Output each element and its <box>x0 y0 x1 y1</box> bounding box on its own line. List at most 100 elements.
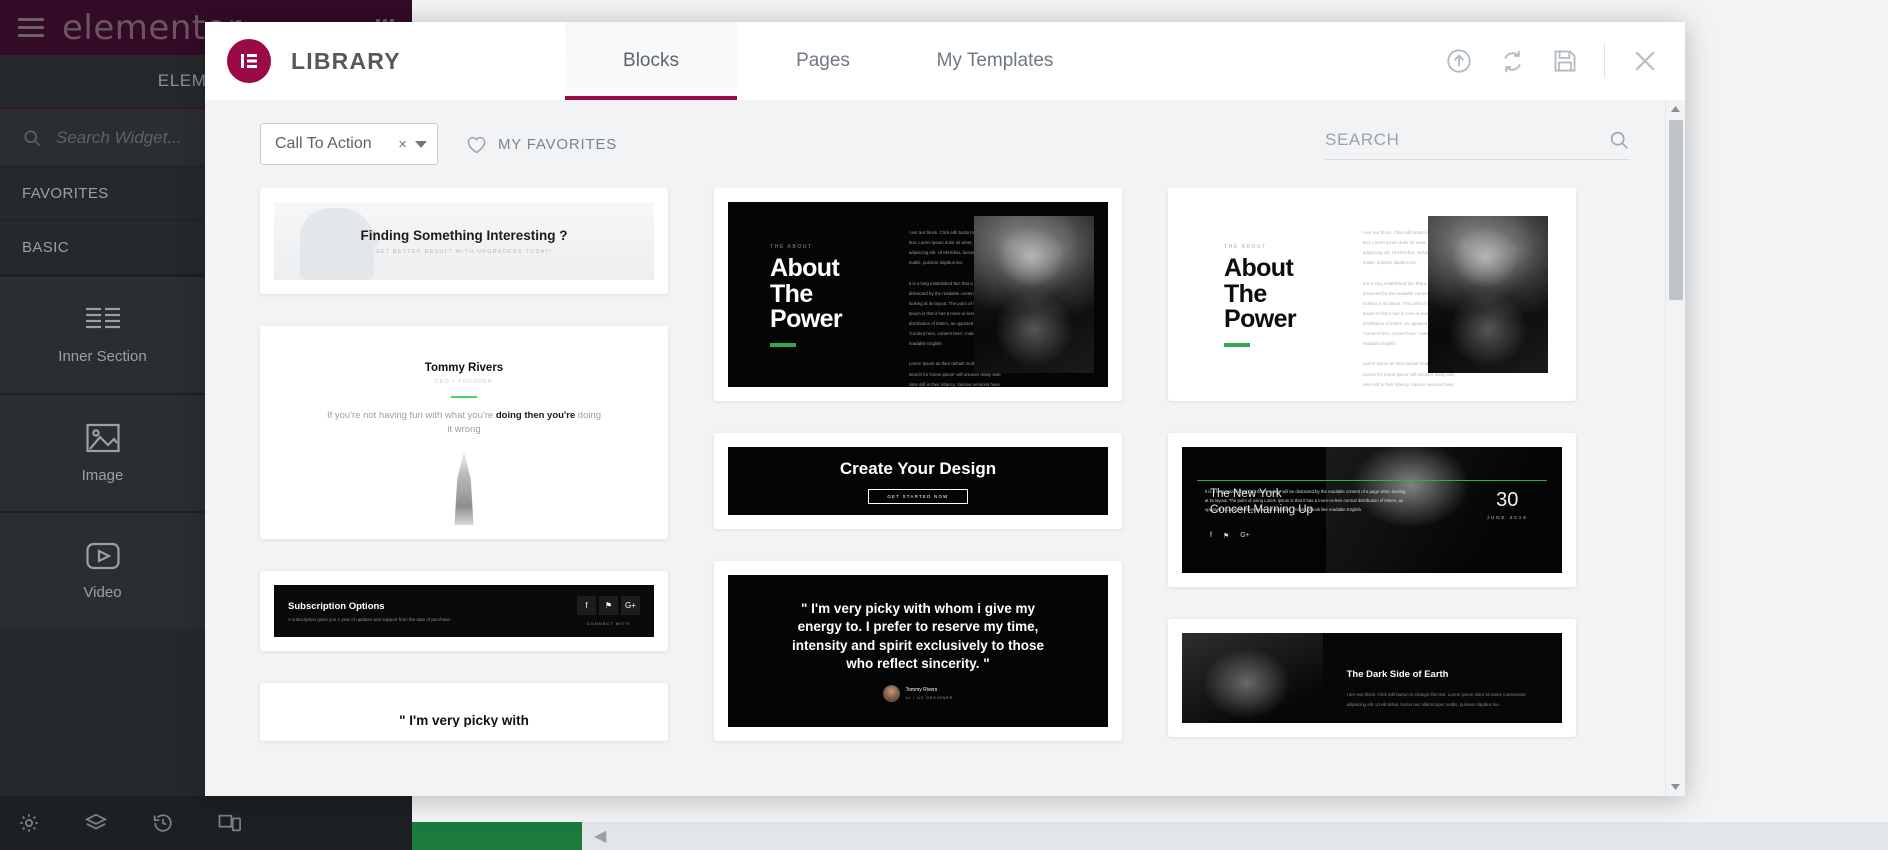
facebook-icon: f <box>577 596 596 615</box>
history-icon[interactable] <box>152 812 174 834</box>
search-icon[interactable] <box>1608 129 1630 151</box>
save-icon[interactable] <box>1552 48 1578 74</box>
modal-scrollbar[interactable] <box>1665 100 1685 796</box>
my-favorites-button[interactable]: MY FAVORITES <box>466 135 617 154</box>
image-icon <box>86 423 120 453</box>
author-name: Tommy Rivers <box>906 687 954 693</box>
widget-inner-section[interactable]: Inner Section <box>0 277 205 393</box>
elementor-logo-icon <box>227 39 271 83</box>
modal-tabs: Blocks Pages My Templates <box>565 22 1081 100</box>
about-title: About The Power <box>770 256 903 333</box>
template-card[interactable]: THE ABOUT About The Power I am text bloc… <box>1168 188 1576 401</box>
triangle-up-icon <box>1670 105 1681 113</box>
template-card[interactable]: Tommy Rivers CEO / FOUNDER If you're not… <box>260 326 668 539</box>
accent-divider <box>770 343 796 347</box>
my-favorites-label: MY FAVORITES <box>498 136 617 153</box>
template-preview: Subscription Options A subscription give… <box>274 585 654 637</box>
close-icon[interactable] <box>1631 47 1659 75</box>
widget-image[interactable]: Image <box>0 395 205 511</box>
modal-body: Call To Action × MY FAVORITES <box>205 100 1685 796</box>
scroll-up-button[interactable] <box>1666 100 1685 118</box>
widget-label: Image <box>82 467 124 484</box>
testimonial-name: Tommy Rivers <box>425 362 503 374</box>
tab-pages[interactable]: Pages <box>737 22 909 100</box>
template-card[interactable]: Subscription Options A subscription give… <box>260 571 668 651</box>
clear-filter-button[interactable]: × <box>398 136 407 153</box>
subscription-title: Subscription Options <box>288 601 451 612</box>
testimonial-role: CEO / FOUNDER <box>435 379 493 385</box>
scrollbar-thumb[interactable] <box>1669 120 1683 300</box>
modal-title: LIBRARY <box>291 48 401 75</box>
modal-actions <box>1445 22 1685 100</box>
modal-brand: LIBRARY <box>205 22 565 100</box>
tpl-cta: Create Your Design GET STARTED NOW <box>728 447 1108 515</box>
search-icon <box>22 128 42 148</box>
canvas-left-arrow-icon[interactable]: ◀ <box>594 826 606 846</box>
layers-icon[interactable] <box>84 812 108 834</box>
tpl-dark-post: The Dark Side of Earth I am text block. … <box>1182 633 1562 723</box>
about-title: About The Power <box>1224 256 1357 333</box>
template-card[interactable]: Finding Something Interesting ? GET BETT… <box>260 188 668 294</box>
template-card[interactable]: " I'm very picky with <box>260 683 668 741</box>
hamburger-icon[interactable] <box>18 18 44 37</box>
about-left: THE ABOUT About The Power <box>1182 202 1357 387</box>
connect-with-label: CONNECT WITH <box>577 621 640 626</box>
tower-image <box>447 451 481 525</box>
widget-search-placeholder: Search Widget... <box>56 128 182 148</box>
quote-author: Tommy Rivers UI / UX DESIGNER <box>883 685 954 702</box>
tpl-about-light: THE ABOUT About The Power I am text bloc… <box>1182 202 1562 387</box>
responsive-icon[interactable] <box>218 812 242 834</box>
template-card[interactable]: The New York Concert.Marning Up f ⚑ G+ <box>1168 433 1576 587</box>
testimonial-quote: If you're not having fun with what you'r… <box>323 409 604 438</box>
canvas-bottom-bar <box>412 822 1888 850</box>
heart-icon <box>466 135 487 154</box>
post-title: The Dark Side of Earth <box>1347 669 1534 680</box>
template-preview: Finding Something Interesting ? GET BETT… <box>274 202 654 280</box>
concert-date: 30 JUNE 2018 <box>1487 489 1528 520</box>
search-input[interactable] <box>1325 130 1608 150</box>
quote-text: " I'm very picky with <box>399 713 529 727</box>
social-icons: f ⚑ G+ <box>577 596 640 615</box>
about-left: THE ABOUT About The Power <box>728 202 903 387</box>
elementor-editor-screen: ◀ elementor ELEMENTS Search Widget... FA… <box>0 0 1888 850</box>
publish-button[interactable] <box>412 822 582 850</box>
scroll-down-button[interactable] <box>1666 778 1685 796</box>
category-filter-value: Call To Action <box>275 135 390 153</box>
tpl-concert: The New York Concert.Marning Up f ⚑ G+ <box>1182 447 1562 573</box>
concert-body: It is a long established fact that a rea… <box>1205 487 1410 514</box>
tab-my-templates[interactable]: My Templates <box>909 22 1081 100</box>
about-kicker: THE ABOUT <box>1224 244 1357 250</box>
template-preview: The Dark Side of Earth I am text block. … <box>1182 633 1562 723</box>
library-modal: LIBRARY Blocks Pages My Templates <box>205 22 1685 796</box>
subscription-socials-group: f ⚑ G+ CONNECT WITH <box>577 596 640 626</box>
template-preview: THE ABOUT About The Power I am text bloc… <box>728 202 1108 387</box>
divider <box>1604 44 1605 78</box>
widget-video[interactable]: Video <box>0 513 205 629</box>
twitter-icon: ⚑ <box>599 596 618 615</box>
accent-divider <box>451 396 477 398</box>
hero-silhouette-image <box>300 208 374 280</box>
about-portrait-image <box>1428 216 1548 373</box>
tab-blocks[interactable]: Blocks <box>565 22 737 100</box>
upload-icon[interactable] <box>1445 47 1473 75</box>
chevron-down-icon[interactable] <box>415 141 427 148</box>
template-card[interactable]: THE ABOUT About The Power I am text bloc… <box>714 188 1122 401</box>
category-filter-select[interactable]: Call To Action × <box>260 123 438 165</box>
concert-month: JUNE 2018 <box>1487 515 1528 520</box>
quote-part-a: If you're not having fun with what you'r… <box>327 410 496 421</box>
gear-icon[interactable] <box>18 812 40 834</box>
template-card[interactable]: The Dark Side of Earth I am text block. … <box>1168 619 1576 737</box>
facebook-icon: f <box>1210 532 1212 540</box>
sync-icon[interactable] <box>1499 48 1526 75</box>
cta-button: GET STARTED NOW <box>868 489 967 504</box>
inner-section-icon <box>85 306 121 334</box>
template-preview: " I'm very picky with whom i give my ene… <box>728 575 1108 727</box>
template-grid: Finding Something Interesting ? GET BETT… <box>205 188 1685 788</box>
video-icon <box>86 542 120 570</box>
hero-subtitle: GET BETTER RESULT WITH UPGRADERS TODAY! <box>375 249 552 255</box>
triangle-down-icon <box>1670 783 1681 791</box>
quote-text: " I'm very picky with whom i give my ene… <box>781 600 1055 673</box>
library-search[interactable] <box>1325 129 1630 160</box>
template-card[interactable]: Create Your Design GET STARTED NOW <box>714 433 1122 529</box>
template-card[interactable]: " I'm very picky with whom i give my ene… <box>714 561 1122 741</box>
